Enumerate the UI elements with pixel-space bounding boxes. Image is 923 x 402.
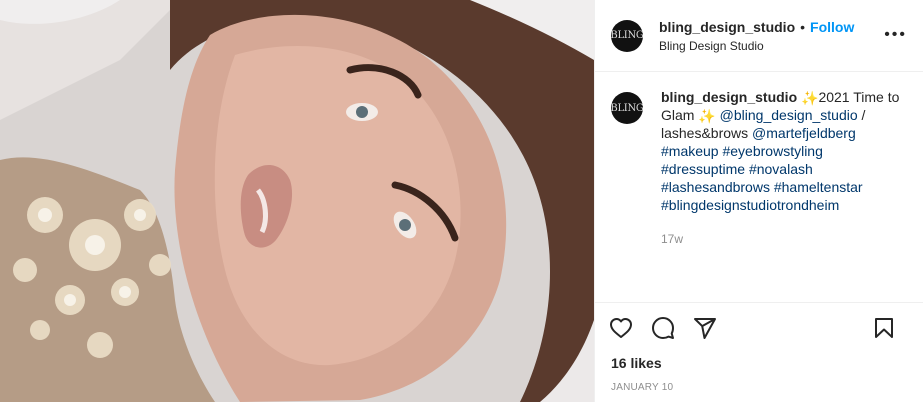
sparkles-emoji-2: ✨: [698, 108, 716, 124]
mention-link[interactable]: @bling_design_studio: [720, 107, 858, 123]
post-age[interactable]: 17w: [661, 230, 901, 248]
header-text: bling_design_studio • Follow Bling Desig…: [659, 19, 854, 53]
hashtag-link[interactable]: #makeup: [661, 143, 719, 159]
action-icons: [595, 303, 923, 353]
header-row: bling_design_studio • Follow: [659, 19, 854, 35]
sparkles-emoji: ✨: [801, 90, 819, 106]
post-image[interactable]: [0, 0, 594, 402]
portrait-photo: [0, 0, 594, 402]
hashtag-link[interactable]: #eyebrowstyling: [722, 143, 822, 159]
follow-button[interactable]: Follow: [810, 19, 854, 35]
instagram-post: BLING bling_design_studio • Follow Bling…: [0, 0, 923, 402]
caption-text: bling_design_studio ✨2021 Time to Glam ✨…: [661, 88, 901, 248]
more-options-icon[interactable]: •••: [884, 27, 907, 43]
separator-dot: •: [800, 18, 806, 35]
username-link[interactable]: bling_design_studio: [659, 19, 795, 35]
hashtag-link[interactable]: #blingdesignstudiotrondheim: [661, 197, 839, 213]
hashtag-link[interactable]: #novalash: [749, 161, 813, 177]
caption-area: BLING bling_design_studio ✨2021 Time to …: [595, 72, 923, 264]
hashtag-link[interactable]: #dressuptime: [661, 161, 745, 177]
account-name: Bling Design Studio: [659, 38, 764, 53]
heart-icon[interactable]: [607, 314, 635, 342]
caption-username-link[interactable]: bling_design_studio: [661, 89, 797, 105]
post-date[interactable]: JANUARY 10: [595, 382, 923, 393]
hashtag-link[interactable]: #lashesandbrows: [661, 179, 770, 195]
post-actions: 16 likes JANUARY 10: [595, 302, 923, 402]
mention-link-2[interactable]: @martefjeldberg: [752, 125, 856, 141]
avatar-text: BLING: [611, 30, 643, 41]
post-header: BLING bling_design_studio • Follow Bling…: [595, 0, 923, 72]
avatar[interactable]: BLING: [611, 19, 643, 52]
post-sidebar: BLING bling_design_studio • Follow Bling…: [594, 0, 923, 402]
comment-icon[interactable]: [649, 314, 677, 342]
share-icon[interactable]: [691, 314, 719, 342]
bookmark-icon[interactable]: [870, 314, 898, 342]
caption-avatar-text: BLING: [611, 102, 643, 114]
hashtag-link[interactable]: #hameltenstar: [774, 179, 863, 195]
caption-avatar[interactable]: BLING: [611, 92, 643, 124]
likes-count[interactable]: 16 likes: [595, 355, 923, 371]
